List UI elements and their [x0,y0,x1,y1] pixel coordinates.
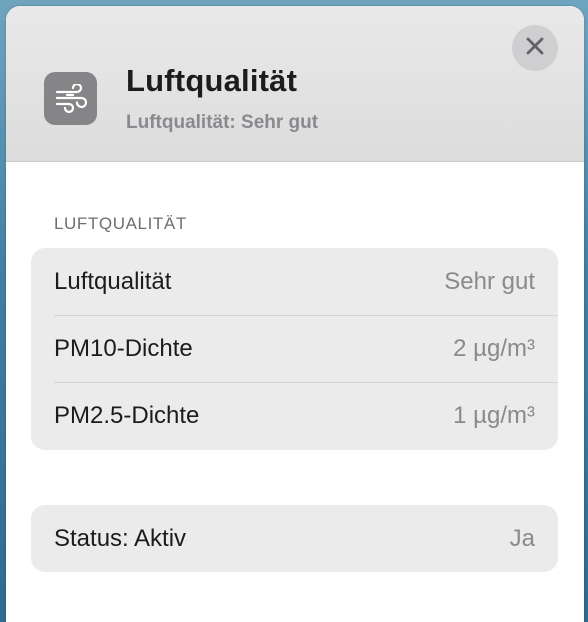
row-value: 2 µg/m³ [453,334,535,362]
page-subtitle: Luftqualität: Sehr gut [126,112,319,133]
list-item-status: Status: Aktiv Ja [31,505,558,572]
row-label: PM10-Dichte [54,334,193,362]
list-item-pm10: PM10-Dichte 2 µg/m³ [31,315,558,382]
page-title: Luftqualität [126,63,298,98]
air-quality-group: Luftqualität Sehr gut PM10-Dichte 2 µg/m… [31,248,558,450]
wind-icon [44,72,97,125]
row-label: Luftqualität [54,267,172,295]
status-group: Status: Aktiv Ja [31,505,558,572]
close-icon [526,37,544,60]
sheet-header: Luftqualität Luftqualität: Sehr gut [6,6,584,162]
section-header: LUFTQUALITÄT [54,214,187,233]
list-item-air-quality: Luftqualität Sehr gut [31,248,558,315]
close-button[interactable] [512,25,558,71]
detail-sheet: Luftqualität Luftqualität: Sehr gut LUFT… [6,6,584,622]
status-value: Ja [509,524,535,552]
row-value: 1 µg/m³ [453,401,535,429]
row-label: PM2.5-Dichte [54,401,200,429]
status-label: Status: Aktiv [54,524,187,552]
list-item-pm25: PM2.5-Dichte 1 µg/m³ [31,382,558,449]
row-value: Sehr gut [444,267,535,295]
